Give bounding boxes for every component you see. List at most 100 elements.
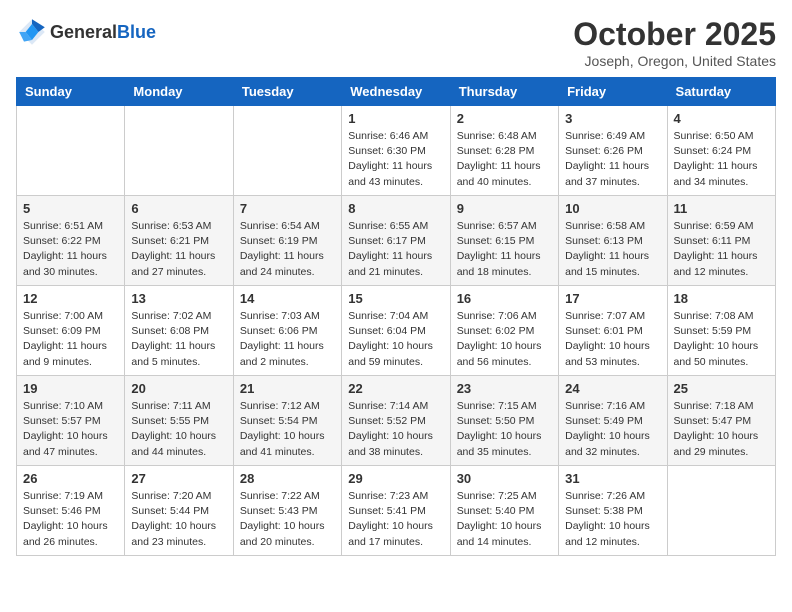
- day-info: Sunrise: 7:10 AM Sunset: 5:57 PM Dayligh…: [23, 399, 118, 460]
- calendar-cell: 16 Sunrise: 7:06 AM Sunset: 6:02 PM Dayli…: [450, 286, 558, 376]
- location: Joseph, Oregon, United States: [573, 53, 776, 69]
- logo-blue: Blue: [117, 22, 156, 42]
- day-number: 28: [240, 471, 335, 486]
- week-row-2: 5 Sunrise: 6:51 AM Sunset: 6:22 PM Daylig…: [17, 196, 776, 286]
- day-info: Sunrise: 7:06 AM Sunset: 6:02 PM Dayligh…: [457, 309, 552, 370]
- day-info: Sunrise: 6:53 AM Sunset: 6:21 PM Dayligh…: [131, 219, 226, 280]
- logo-text: GeneralBlue: [50, 22, 156, 43]
- day-number: 4: [674, 111, 769, 126]
- day-number: 11: [674, 201, 769, 216]
- day-info: Sunrise: 7:03 AM Sunset: 6:06 PM Dayligh…: [240, 309, 335, 370]
- day-info: Sunrise: 7:26 AM Sunset: 5:38 PM Dayligh…: [565, 489, 660, 550]
- day-info: Sunrise: 6:55 AM Sunset: 6:17 PM Dayligh…: [348, 219, 443, 280]
- day-info: Sunrise: 6:59 AM Sunset: 6:11 PM Dayligh…: [674, 219, 769, 280]
- calendar-cell: 4 Sunrise: 6:50 AM Sunset: 6:24 PM Daylig…: [667, 106, 775, 196]
- week-row-3: 12 Sunrise: 7:00 AM Sunset: 6:09 PM Dayli…: [17, 286, 776, 376]
- day-number: 18: [674, 291, 769, 306]
- day-number: 31: [565, 471, 660, 486]
- day-info: Sunrise: 6:50 AM Sunset: 6:24 PM Dayligh…: [674, 129, 769, 190]
- day-number: 5: [23, 201, 118, 216]
- day-number: 3: [565, 111, 660, 126]
- calendar-cell: [17, 106, 125, 196]
- calendar-cell: 18Sunrise: 7:08 AM Sunset: 5:59 PM Dayli…: [667, 286, 775, 376]
- day-info: Sunrise: 6:51 AM Sunset: 6:22 PM Dayligh…: [23, 219, 118, 280]
- day-info: Sunrise: 7:25 AM Sunset: 5:40 PM Dayligh…: [457, 489, 552, 550]
- day-info: Sunrise: 7:04 AM Sunset: 6:04 PM Dayligh…: [348, 309, 443, 370]
- calendar-cell: 22 Sunrise: 7:14 AM Sunset: 5:52 PM Dayli…: [342, 376, 450, 466]
- day-of-week-tuesday: Tuesday: [233, 78, 341, 106]
- day-number: 20: [131, 381, 226, 396]
- logo: GeneralBlue: [16, 16, 156, 48]
- day-info: Sunrise: 7:15 AM Sunset: 5:50 PM Dayligh…: [457, 399, 552, 460]
- day-info: Sunrise: 7:00 AM Sunset: 6:09 PM Dayligh…: [23, 309, 118, 370]
- day-number: 24: [565, 381, 660, 396]
- calendar-cell: 24 Sunrise: 7:16 AM Sunset: 5:49 PM Dayli…: [559, 376, 667, 466]
- day-number: 26: [23, 471, 118, 486]
- calendar-cell: 13 Sunrise: 7:02 AM Sunset: 6:08 PM Dayli…: [125, 286, 233, 376]
- calendar-cell: 25Sunrise: 7:18 AM Sunset: 5:47 PM Dayli…: [667, 376, 775, 466]
- calendar-cell: 29Sunrise: 7:23 AM Sunset: 5:41 PM Dayli…: [342, 466, 450, 556]
- calendar-cell: 17Sunrise: 7:07 AM Sunset: 6:01 PM Dayli…: [559, 286, 667, 376]
- day-number: 1: [348, 111, 443, 126]
- day-number: 23: [457, 381, 552, 396]
- day-info: Sunrise: 6:49 AM Sunset: 6:26 PM Dayligh…: [565, 129, 660, 190]
- week-row-4: 19Sunrise: 7:10 AM Sunset: 5:57 PM Dayli…: [17, 376, 776, 466]
- calendar-cell: 14Sunrise: 7:03 AM Sunset: 6:06 PM Dayli…: [233, 286, 341, 376]
- day-number: 7: [240, 201, 335, 216]
- day-number: 9: [457, 201, 552, 216]
- day-info: Sunrise: 7:02 AM Sunset: 6:08 PM Dayligh…: [131, 309, 226, 370]
- day-info: Sunrise: 7:23 AM Sunset: 5:41 PM Dayligh…: [348, 489, 443, 550]
- calendar-cell: [667, 466, 775, 556]
- day-of-week-friday: Friday: [559, 78, 667, 106]
- calendar-cell: 31 Sunrise: 7:26 AM Sunset: 5:38 PM Dayli…: [559, 466, 667, 556]
- calendar-cell: 6 Sunrise: 6:53 AM Sunset: 6:21 PM Daylig…: [125, 196, 233, 286]
- calendar-cell: 10 Sunrise: 6:58 AM Sunset: 6:13 PM Dayli…: [559, 196, 667, 286]
- day-of-week-wednesday: Wednesday: [342, 78, 450, 106]
- logo-general: General: [50, 22, 117, 42]
- calendar-cell: 8 Sunrise: 6:55 AM Sunset: 6:17 PM Daylig…: [342, 196, 450, 286]
- day-number: 17: [565, 291, 660, 306]
- day-info: Sunrise: 6:58 AM Sunset: 6:13 PM Dayligh…: [565, 219, 660, 280]
- day-number: 21: [240, 381, 335, 396]
- calendar-cell: 5 Sunrise: 6:51 AM Sunset: 6:22 PM Daylig…: [17, 196, 125, 286]
- day-info: Sunrise: 6:48 AM Sunset: 6:28 PM Dayligh…: [457, 129, 552, 190]
- calendar-cell: 27Sunrise: 7:20 AM Sunset: 5:44 PM Dayli…: [125, 466, 233, 556]
- day-info: Sunrise: 6:54 AM Sunset: 6:19 PM Dayligh…: [240, 219, 335, 280]
- day-number: 8: [348, 201, 443, 216]
- calendar-cell: 28 Sunrise: 7:22 AM Sunset: 5:43 PM Dayli…: [233, 466, 341, 556]
- calendar-cell: 2 Sunrise: 6:48 AM Sunset: 6:28 PM Daylig…: [450, 106, 558, 196]
- day-number: 22: [348, 381, 443, 396]
- calendar-cell: 9 Sunrise: 6:57 AM Sunset: 6:15 PM Daylig…: [450, 196, 558, 286]
- calendar-cell: [125, 106, 233, 196]
- day-number: 30: [457, 471, 552, 486]
- calendar-cell: 26Sunrise: 7:19 AM Sunset: 5:46 PM Dayli…: [17, 466, 125, 556]
- page-header: GeneralBlue October 2025 Joseph, Oregon,…: [16, 16, 776, 69]
- day-info: Sunrise: 6:57 AM Sunset: 6:15 PM Dayligh…: [457, 219, 552, 280]
- calendar-cell: 30 Sunrise: 7:25 AM Sunset: 5:40 PM Dayli…: [450, 466, 558, 556]
- calendar-cell: 23 Sunrise: 7:15 AM Sunset: 5:50 PM Dayli…: [450, 376, 558, 466]
- calendar-cell: 1Sunrise: 6:46 AM Sunset: 6:30 PM Daylig…: [342, 106, 450, 196]
- day-number: 6: [131, 201, 226, 216]
- calendar-header: SundayMondayTuesdayWednesdayThursdayFrid…: [17, 78, 776, 106]
- month-title: October 2025: [573, 16, 776, 53]
- calendar-cell: 7 Sunrise: 6:54 AM Sunset: 6:19 PM Daylig…: [233, 196, 341, 286]
- day-number: 16: [457, 291, 552, 306]
- day-of-week-saturday: Saturday: [667, 78, 775, 106]
- week-row-5: 26Sunrise: 7:19 AM Sunset: 5:46 PM Dayli…: [17, 466, 776, 556]
- day-info: Sunrise: 7:11 AM Sunset: 5:55 PM Dayligh…: [131, 399, 226, 460]
- day-info: Sunrise: 7:20 AM Sunset: 5:44 PM Dayligh…: [131, 489, 226, 550]
- calendar: SundayMondayTuesdayWednesdayThursdayFrid…: [16, 77, 776, 556]
- calendar-cell: 20 Sunrise: 7:11 AM Sunset: 5:55 PM Dayli…: [125, 376, 233, 466]
- day-of-week-monday: Monday: [125, 78, 233, 106]
- day-info: Sunrise: 7:22 AM Sunset: 5:43 PM Dayligh…: [240, 489, 335, 550]
- day-of-week-sunday: Sunday: [17, 78, 125, 106]
- day-info: Sunrise: 7:16 AM Sunset: 5:49 PM Dayligh…: [565, 399, 660, 460]
- day-info: Sunrise: 7:14 AM Sunset: 5:52 PM Dayligh…: [348, 399, 443, 460]
- day-number: 10: [565, 201, 660, 216]
- day-number: 12: [23, 291, 118, 306]
- calendar-cell: 3 Sunrise: 6:49 AM Sunset: 6:26 PM Daylig…: [559, 106, 667, 196]
- calendar-body: 1Sunrise: 6:46 AM Sunset: 6:30 PM Daylig…: [17, 106, 776, 556]
- day-number: 13: [131, 291, 226, 306]
- day-number: 2: [457, 111, 552, 126]
- days-of-week-row: SundayMondayTuesdayWednesdayThursdayFrid…: [17, 78, 776, 106]
